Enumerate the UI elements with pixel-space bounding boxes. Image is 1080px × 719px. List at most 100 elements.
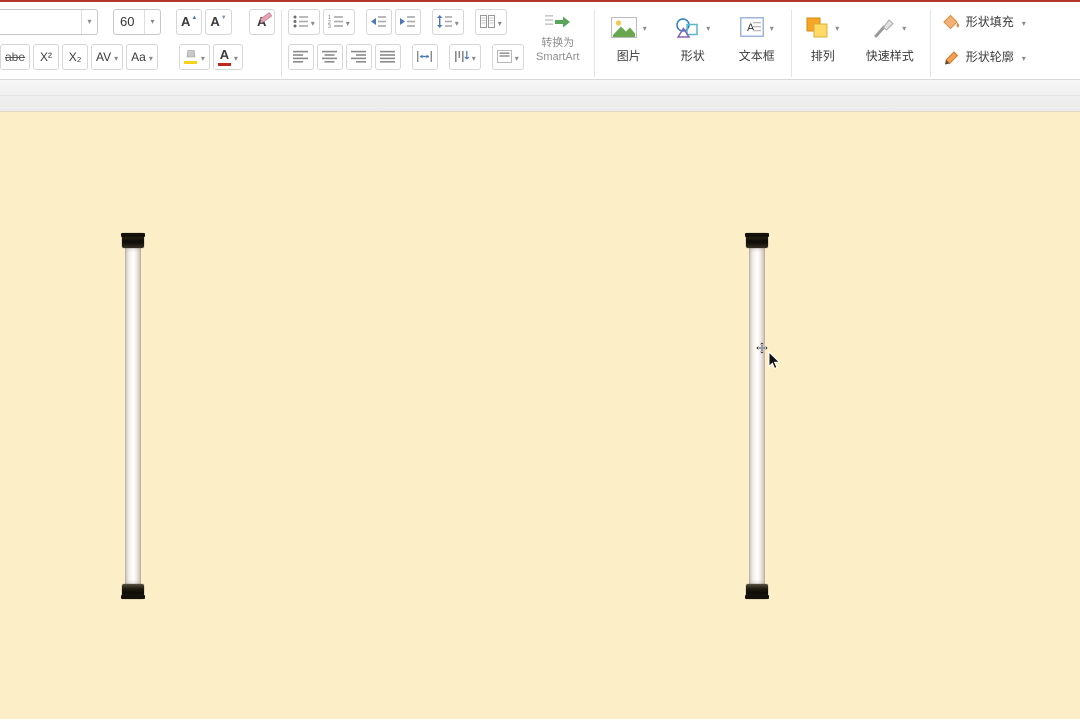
- shapes-label: 形状: [680, 49, 705, 63]
- picture-icon: [610, 16, 637, 38]
- grow-font-icon: A: [181, 15, 197, 28]
- align-right-button[interactable]: [345, 43, 372, 70]
- font-name-combo[interactable]: [0, 8, 98, 35]
- decrease-indent-button[interactable]: [365, 8, 392, 35]
- shape-outline-label: 形状轮廓: [965, 50, 1014, 64]
- quick-styles-button[interactable]: 快速样式: [856, 8, 924, 70]
- font-color-button[interactable]: A: [212, 43, 243, 70]
- superscript-label: X²: [40, 49, 53, 64]
- paragraph-group-row1: 123: [287, 8, 524, 35]
- font-size-value: 60: [120, 14, 135, 29]
- chevron-down-icon: [902, 18, 906, 36]
- shape-fill-label: 形状填充: [965, 15, 1014, 29]
- font-color-swatch: [217, 62, 231, 66]
- textbox-button[interactable]: A 文本框: [729, 8, 785, 70]
- rod-shaft: [125, 248, 141, 584]
- subscript-label: X₂: [68, 49, 82, 64]
- arrange-button[interactable]: 排列: [798, 8, 848, 70]
- textbox-label: 文本框: [738, 49, 775, 63]
- scroll-rod-left[interactable]: [121, 233, 145, 599]
- highlight-color-button[interactable]: [178, 43, 210, 70]
- highlight-pen-icon: [184, 49, 198, 64]
- paragraph-group-row2: [287, 43, 524, 70]
- columns-icon: [479, 15, 495, 28]
- rod-top-cap: [121, 233, 145, 248]
- change-case-label: Aa: [131, 49, 146, 64]
- character-spacing-button[interactable]: AV: [91, 43, 124, 70]
- increase-indent-icon: [400, 16, 416, 27]
- distribute-text-button[interactable]: [411, 43, 438, 70]
- ribbon-toolbar: 60 A A A abe X² X₂: [0, 2, 1080, 80]
- font-color-letter: A: [219, 46, 230, 62]
- rod-top-cap: [745, 233, 769, 248]
- chevron-down-icon: [498, 15, 502, 29]
- align-left-icon: [293, 50, 309, 63]
- chevron-down-icon[interactable]: [144, 9, 160, 34]
- highlight-color-swatch: [184, 60, 198, 64]
- chevron-down-icon[interactable]: [81, 9, 97, 34]
- justify-button[interactable]: [374, 43, 401, 70]
- subscript-button[interactable]: X₂: [62, 43, 89, 70]
- superscript-button[interactable]: X²: [33, 43, 60, 70]
- chevron-down-icon: [706, 18, 710, 36]
- chevron-down-icon: [201, 50, 205, 64]
- chevron-down-icon: [311, 15, 315, 29]
- smartart-label-line2: SmartArt: [536, 51, 580, 64]
- shape-fill-button[interactable]: 形状填充: [937, 8, 1030, 35]
- change-case-button[interactable]: Aa: [126, 43, 158, 70]
- chevron-down-icon: [149, 50, 153, 64]
- chevron-down-icon: [1022, 48, 1026, 66]
- smartart-label-line1: 转换为: [541, 37, 575, 49]
- rod-bottom-cap: [121, 584, 145, 599]
- group-divider: [790, 10, 792, 77]
- shrink-font-button[interactable]: A: [205, 8, 232, 35]
- shape-outline-button[interactable]: 形状轮廓: [937, 43, 1030, 70]
- align-right-icon: [351, 50, 367, 63]
- paragraph-group: 123: [287, 8, 524, 70]
- chevron-down-icon: [472, 50, 476, 64]
- character-spacing-label: AV: [96, 49, 112, 64]
- chevron-down-icon: [346, 15, 350, 29]
- quick-styles-label: 快速样式: [865, 49, 914, 63]
- quick-styles-icon: [874, 18, 894, 37]
- rod-bottom-cap: [745, 584, 769, 599]
- grow-font-button[interactable]: A: [176, 8, 203, 35]
- chevron-down-icon: [455, 15, 459, 29]
- arrange-label: 排列: [810, 49, 835, 63]
- distribute-text-icon: [417, 51, 433, 62]
- text-direction-button[interactable]: [448, 43, 481, 70]
- columns-button[interactable]: [474, 8, 507, 35]
- chevron-down-icon: [1022, 13, 1026, 31]
- picture-button[interactable]: 图片: [601, 8, 657, 70]
- font-size-combo[interactable]: 60: [113, 8, 161, 35]
- chevron-down-icon: [643, 18, 647, 36]
- scroll-rod-right[interactable]: [745, 233, 769, 599]
- group-divider: [280, 10, 282, 77]
- numbering-button[interactable]: 123: [322, 8, 355, 35]
- align-text-button[interactable]: [491, 43, 524, 70]
- justify-icon: [380, 50, 396, 63]
- insert-group: 图片 形状 A 文本框: [601, 8, 785, 70]
- textbox-icon: A: [739, 17, 764, 37]
- arrange-group: 排列 快速样式: [798, 8, 924, 70]
- convert-to-smartart-button[interactable]: 转换为 SmartArt: [528, 8, 588, 70]
- line-spacing-button[interactable]: [431, 8, 464, 35]
- chevron-down-icon: [835, 18, 839, 36]
- align-left-button[interactable]: [287, 43, 314, 70]
- shapes-icon: [676, 17, 698, 38]
- font-group: 60 A A A abe X² X₂: [0, 8, 275, 70]
- chevron-down-icon: [770, 18, 774, 36]
- text-direction-icon: [454, 51, 469, 62]
- arrange-icon: [806, 17, 828, 37]
- shapes-button[interactable]: 形状: [665, 8, 721, 70]
- strikethrough-button[interactable]: abe: [0, 43, 31, 70]
- clear-formatting-button[interactable]: A: [248, 8, 275, 35]
- slide-canvas[interactable]: [0, 112, 1080, 719]
- rod-shaft: [749, 248, 765, 584]
- svg-text:A: A: [747, 22, 755, 34]
- align-center-button[interactable]: [316, 43, 343, 70]
- bullets-button[interactable]: [287, 8, 320, 35]
- shape-outline-icon: [944, 51, 958, 65]
- increase-indent-button[interactable]: [394, 8, 421, 35]
- shape-fill-icon: [943, 14, 959, 30]
